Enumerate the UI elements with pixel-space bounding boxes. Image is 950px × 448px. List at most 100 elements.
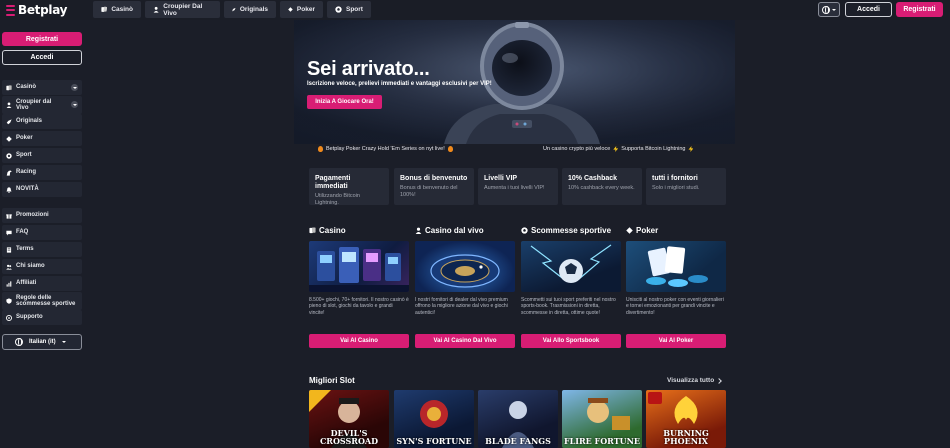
feature-desc: Utilizzando Bitcoin Lightning. xyxy=(315,193,360,206)
sidebar-item-terms[interactable]: Terms xyxy=(2,242,82,257)
slot-tile[interactable]: SYN'S FORTUNE xyxy=(394,390,474,448)
slot-tile[interactable]: DEVIL'S CROSSROAD xyxy=(309,390,389,448)
topnav-sport[interactable]: Sport xyxy=(327,1,371,18)
sidebar-item-faq[interactable]: FAQ xyxy=(2,225,82,240)
horse-icon xyxy=(6,170,12,176)
logo[interactable]: Betplay xyxy=(6,3,67,17)
ticker-left[interactable]: Betplay Poker Crazy Hold 'Em Series on n… xyxy=(318,146,453,152)
topnav-poker-label: Poker xyxy=(296,6,315,13)
sidebar-item-label: NOVITÀ xyxy=(16,186,39,193)
category-image-poker[interactable] xyxy=(626,241,726,292)
topnav-live-dealer-label: Croupier Dal Vivo xyxy=(163,2,203,17)
go-poker-button[interactable]: Vai Al Poker xyxy=(626,334,726,348)
dealer-icon xyxy=(415,227,422,234)
header-login-button[interactable]: Accedi xyxy=(845,2,892,17)
ticker-right-text-2: Supporta Bitcoin Lightning xyxy=(621,146,686,152)
topnav-live-dealer[interactable]: Croupier Dal Vivo xyxy=(145,1,220,18)
go-live-casino-button[interactable]: Vai Al Casino Dal Vivo xyxy=(415,334,515,348)
sidebar-item-label: Casinò xyxy=(16,84,37,91)
top-bar: Betplay Casinò Croupier Dal Vivo Origina… xyxy=(0,0,950,20)
hero-cta-button[interactable]: Inizia A Giocare Ora! xyxy=(307,95,382,109)
slot-tile[interactable]: BLADE FANGS xyxy=(478,390,558,448)
sidebar-item-promotions[interactable]: Promozioni xyxy=(2,208,82,223)
bell-icon xyxy=(6,186,12,193)
slot-name: DEVIL'S CROSSROAD xyxy=(319,428,379,446)
globe-icon xyxy=(822,5,830,14)
category-image-casino[interactable] xyxy=(309,241,409,292)
category-desc: Scommetti sui tuoi sport preferiti nel n… xyxy=(521,297,616,316)
sidebar-item-label: Croupier dal Vivo xyxy=(16,98,52,112)
sidebar-item-label: FAQ xyxy=(16,229,29,236)
dealer-icon xyxy=(153,6,159,13)
sidebar-item-label: Terms xyxy=(16,246,34,253)
sidebar-item-news[interactable]: NOVITÀ xyxy=(2,182,82,197)
sidebar-item-label: Racing xyxy=(16,169,37,176)
logo-mark-icon xyxy=(6,4,15,16)
sidebar-item-live-dealer[interactable]: Croupier dal Vivo xyxy=(2,96,82,114)
language-switcher[interactable] xyxy=(818,2,840,17)
sidebar-item-racing[interactable]: Racing xyxy=(2,165,82,180)
header-register-button[interactable]: Registrati xyxy=(896,2,943,17)
ticker-right[interactable]: Un casino crypto più veloce Supporta Bit… xyxy=(543,146,694,152)
cards-icon xyxy=(309,227,316,234)
top-nav: Casinò Croupier Dal Vivo Originals Poker… xyxy=(93,1,371,18)
roulette-illustration xyxy=(430,254,500,288)
category-title-live-casino: Casino dal vivo xyxy=(415,226,484,235)
lightning-icon xyxy=(688,146,694,152)
go-casino-button[interactable]: Vai Al Casino xyxy=(309,334,409,348)
sidebar-item-about[interactable]: Chi siamo xyxy=(2,259,82,274)
main-content: Sei arrivato... Iscrizione veloce, preli… xyxy=(86,20,950,448)
category-title-poker: Poker xyxy=(626,226,658,235)
sidebar-item-label: Originals xyxy=(16,118,43,125)
topnav-sport-label: Sport xyxy=(346,6,363,13)
diamond-icon xyxy=(6,135,12,142)
sidebar-item-originals[interactable]: Originals xyxy=(2,114,82,129)
chevron-down-icon[interactable] xyxy=(71,101,78,108)
sidebar-item-poker[interactable]: Poker xyxy=(2,131,82,146)
sidebar-item-betting-rules[interactable]: Regole delle scommesse sportive xyxy=(2,292,82,310)
sidebar-login-button[interactable]: Accedi xyxy=(2,50,82,65)
chevron-down-icon[interactable] xyxy=(71,84,78,91)
football-icon xyxy=(6,152,12,159)
topnav-casino-label: Casinò xyxy=(111,6,133,13)
hero-subtitle: Iscrizione veloce, prelievi immediati e … xyxy=(307,81,492,87)
globe-icon xyxy=(15,338,23,346)
feature-card: Livelli VIP Aumenta i tuoi livelli VIP! xyxy=(478,168,558,205)
category-image-sports[interactable] xyxy=(521,241,621,292)
cards-icon xyxy=(101,6,108,12)
support-icon xyxy=(6,314,12,321)
language-selector[interactable]: Italian (it) xyxy=(2,334,82,350)
sidebar-item-label: Supporto xyxy=(16,314,43,321)
ticker-left-text: Betplay Poker Crazy Hold 'Em Series on n… xyxy=(326,146,445,152)
topnav-originals-label: Originals xyxy=(239,6,268,13)
category-title-casino: Casino xyxy=(309,226,346,235)
sidebar-item-sport[interactable]: Sport xyxy=(2,148,82,163)
view-all-link[interactable]: Visualizza tutto xyxy=(667,377,723,384)
football-icon xyxy=(521,227,528,234)
slot-tile[interactable]: FLIRE FORTUNE xyxy=(562,390,642,448)
sidebar-item-casino[interactable]: Casinò xyxy=(2,80,82,95)
chevron-down-icon xyxy=(832,8,836,11)
feature-desc: Solo i migliori studi. xyxy=(652,185,700,191)
slot-tile[interactable]: BURNING PHOENIX xyxy=(646,390,726,448)
topnav-poker[interactable]: Poker xyxy=(280,1,323,18)
topnav-casino[interactable]: Casinò xyxy=(93,1,141,18)
language-label: Italian (it) xyxy=(29,339,56,345)
sidebar-item-support[interactable]: Supporto xyxy=(2,310,82,325)
category-image-live-casino[interactable] xyxy=(415,241,515,292)
category-title-sports: Scommesse sportive xyxy=(521,226,611,235)
feature-title: Livelli VIP xyxy=(484,175,518,182)
chevron-down-icon xyxy=(61,341,66,343)
best-slots-title: Migliori Slot xyxy=(309,376,355,385)
dealer-icon xyxy=(6,102,12,108)
go-sportsbook-button[interactable]: Vai Allo Sportsbook xyxy=(521,334,621,348)
sidebar-register-button[interactable]: Registrati xyxy=(2,32,82,46)
slot-name: FLIRE FORTUNE xyxy=(563,436,641,446)
document-icon xyxy=(6,246,12,253)
topnav-originals[interactable]: Originals xyxy=(224,1,276,18)
sidebar-item-affiliates[interactable]: Affiliati xyxy=(2,276,82,291)
feature-title: tutti i fornitori xyxy=(652,175,698,182)
sidebar-item-label: Promozioni xyxy=(16,212,49,219)
diamond-icon xyxy=(626,227,633,234)
sidebar: Registrati Accedi Casinò Croupier dal Vi… xyxy=(0,20,86,448)
